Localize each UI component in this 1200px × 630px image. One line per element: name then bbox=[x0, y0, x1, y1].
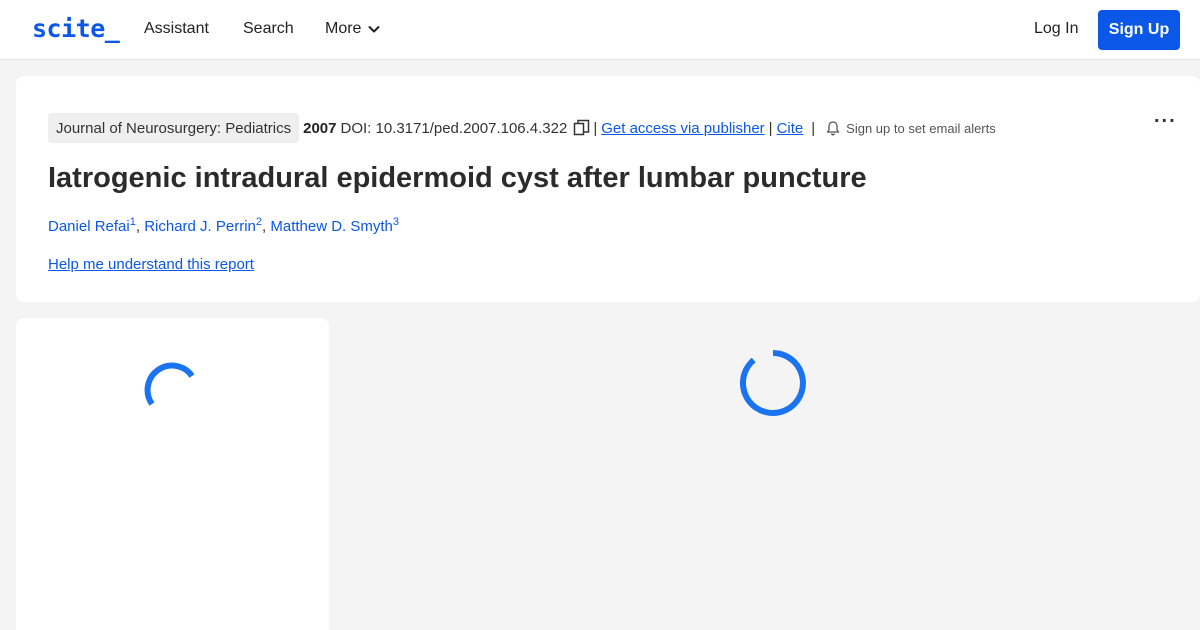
copy-icon[interactable] bbox=[573, 119, 591, 137]
paper-title: Iatrogenic intradural epidermoid cyst af… bbox=[48, 162, 867, 194]
nav-search[interactable]: Search bbox=[243, 20, 294, 38]
journal-badge[interactable]: Journal of Neurosurgery: Pediatrics bbox=[48, 113, 300, 143]
author-link[interactable]: Matthew D. Smyth bbox=[270, 218, 393, 235]
separator: | bbox=[768, 119, 773, 137]
loading-spinner bbox=[144, 362, 195, 406]
nav-assistant[interactable]: Assistant bbox=[144, 20, 209, 38]
paper-meta-row: Journal of Neurosurgery: Pediatrics 2007… bbox=[48, 113, 996, 143]
cite-link[interactable]: Cite bbox=[777, 120, 804, 137]
help-understand-link[interactable]: Help me understand this report bbox=[48, 256, 254, 273]
separator: | bbox=[811, 119, 816, 137]
paper-header-card: Journal of Neurosurgery: Pediatrics 2007… bbox=[16, 76, 1200, 302]
email-alerts-link[interactable]: Sign up to set email alerts bbox=[846, 121, 996, 136]
top-nav-bar: scite_ Assistant Search More Log In Sign… bbox=[0, 0, 1200, 60]
side-panel bbox=[16, 318, 329, 630]
signup-button[interactable]: Sign Up bbox=[1098, 10, 1180, 50]
nav-more-dropdown[interactable]: More bbox=[325, 20, 381, 38]
author-separator: , bbox=[135, 218, 145, 235]
author-link[interactable]: Richard J. Perrin bbox=[144, 218, 256, 235]
scite-logo[interactable]: scite_ bbox=[32, 14, 120, 43]
access-publisher-link[interactable]: Get access via publisher bbox=[601, 120, 764, 137]
publication-year: 2007 bbox=[303, 119, 337, 137]
author-affiliation: 3 bbox=[392, 216, 400, 228]
loading-spinner bbox=[739, 350, 806, 416]
nav-more-label: More bbox=[325, 20, 362, 37]
chevron-down-icon bbox=[368, 26, 380, 33]
author-list: Daniel Refai1, Richard J. Perrin2, Matth… bbox=[48, 216, 399, 235]
author-link[interactable]: Daniel Refai bbox=[48, 218, 130, 235]
doi-text: DOI: 10.3171/ped.2007.106.4.322 bbox=[340, 119, 568, 137]
separator: | bbox=[593, 119, 598, 137]
bell-icon[interactable] bbox=[825, 120, 841, 136]
login-link[interactable]: Log In bbox=[1034, 20, 1078, 38]
more-options-menu[interactable]: ... bbox=[1154, 106, 1177, 126]
